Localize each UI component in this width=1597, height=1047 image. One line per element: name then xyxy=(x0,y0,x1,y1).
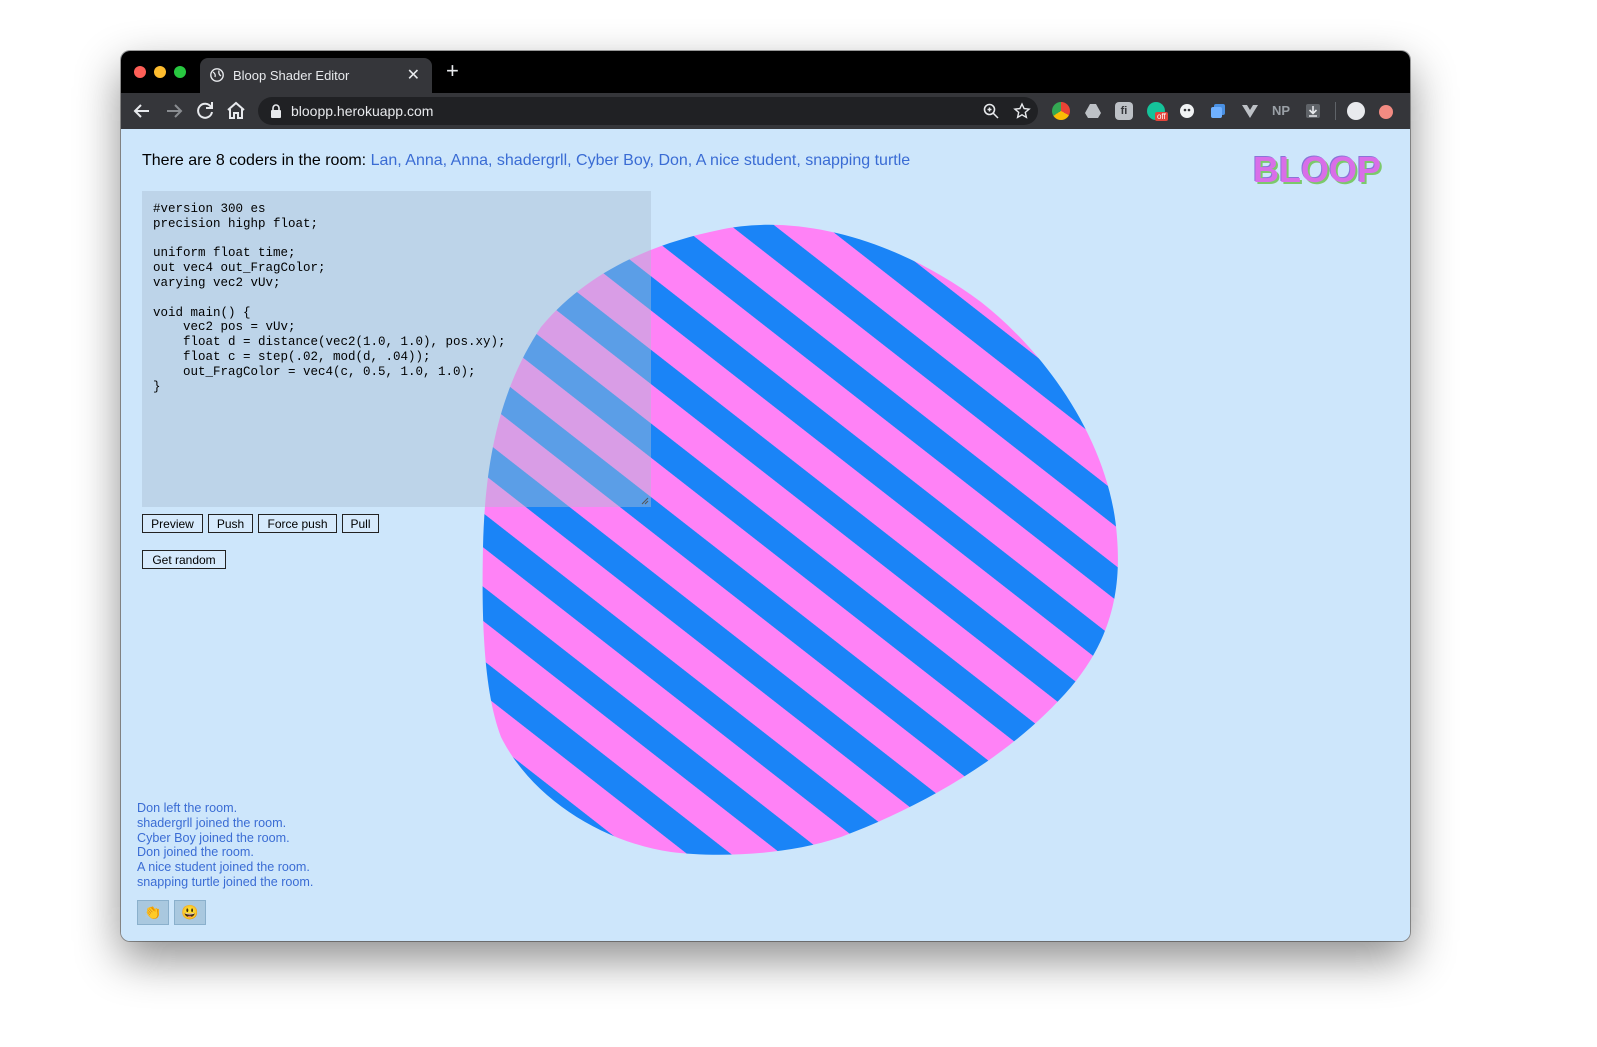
log-entry: snapping turtle joined the room. xyxy=(137,874,314,889)
log-entry: Don joined the room. xyxy=(137,845,254,860)
toolbar: bloopp.herokuapp.com fi off NP xyxy=(121,93,1410,129)
coders-prefix: There are 8 coders in the room: xyxy=(142,152,371,169)
address-bar[interactable]: bloopp.herokuapp.com xyxy=(258,97,1038,125)
push-button[interactable]: Push xyxy=(208,514,253,533)
home-icon[interactable] xyxy=(224,99,248,123)
minimize-window-button[interactable] xyxy=(154,66,166,78)
back-icon[interactable] xyxy=(130,99,154,123)
force-push-button[interactable]: Force push xyxy=(258,514,337,533)
np-icon[interactable]: NP xyxy=(1272,102,1290,120)
copy-icon[interactable] xyxy=(1209,102,1227,120)
toolbar-separator xyxy=(1335,102,1336,120)
close-window-button[interactable] xyxy=(134,66,146,78)
page-content: There are 8 coders in the room: Lan, Ann… xyxy=(121,129,1410,941)
shader-code[interactable]: #version 300 es precision highp float; u… xyxy=(153,202,506,394)
tab-close-icon[interactable]: ✕ xyxy=(407,65,420,85)
url-text: bloopp.herokuapp.com xyxy=(291,103,434,119)
tab-title: Bloop Shader Editor xyxy=(233,68,350,83)
log-entry: shadergrll joined the room. xyxy=(137,815,287,830)
log-entry: Don left the room. xyxy=(137,801,238,815)
zoom-icon[interactable] xyxy=(982,102,1000,120)
download-icon[interactable] xyxy=(1304,102,1322,120)
tab-bloop[interactable]: Bloop Shader Editor ✕ xyxy=(200,58,432,93)
coders-line: There are 8 coders in the room: Lan, Ann… xyxy=(142,152,910,170)
ghost-icon[interactable] xyxy=(1178,102,1196,120)
star-icon[interactable] xyxy=(1013,102,1031,120)
drive-icon[interactable] xyxy=(1084,102,1102,120)
avatar[interactable] xyxy=(1347,102,1365,120)
pull-button[interactable]: Pull xyxy=(342,514,379,533)
maximize-window-button[interactable] xyxy=(174,66,186,78)
smile-emoji-button[interactable]: 😃 xyxy=(174,900,206,925)
reload-icon[interactable] xyxy=(193,99,217,123)
grammarly-off-badge: off xyxy=(1155,112,1168,121)
log-entry: A nice student joined the room. xyxy=(137,860,310,875)
activity-log: Don left the room. shadergrll joined the… xyxy=(137,801,313,890)
globe-icon xyxy=(210,68,224,82)
tab-bar: Bloop Shader Editor ✕ + xyxy=(121,51,1410,93)
coders-names: Lan, Anna, Anna, shadergrll, Cyber Boy, … xyxy=(370,152,911,169)
fn-icon[interactable]: fi xyxy=(1115,102,1133,120)
preview-button[interactable]: Preview xyxy=(142,514,203,533)
forward-icon[interactable] xyxy=(162,99,186,123)
clap-emoji-button[interactable]: 👏 xyxy=(137,900,169,925)
update-icon[interactable] xyxy=(1379,105,1393,119)
log-entry: Cyber Boy joined the room. xyxy=(137,830,290,845)
code-editor[interactable]: #version 300 es precision highp float; u… xyxy=(142,191,651,507)
resize-handle-icon[interactable] xyxy=(641,497,649,505)
get-random-button[interactable]: Get random xyxy=(142,550,226,569)
browser-window: Bloop Shader Editor ✕ + bloopp.herokuapp… xyxy=(121,51,1410,941)
grammarly-icon[interactable]: off xyxy=(1147,102,1168,121)
vue-icon[interactable] xyxy=(1241,102,1259,120)
chrome-icon[interactable] xyxy=(1052,102,1070,120)
lock-icon xyxy=(271,104,281,118)
new-tab-button[interactable]: + xyxy=(446,60,459,82)
bloop-logo: BLOOP xyxy=(1253,149,1382,190)
